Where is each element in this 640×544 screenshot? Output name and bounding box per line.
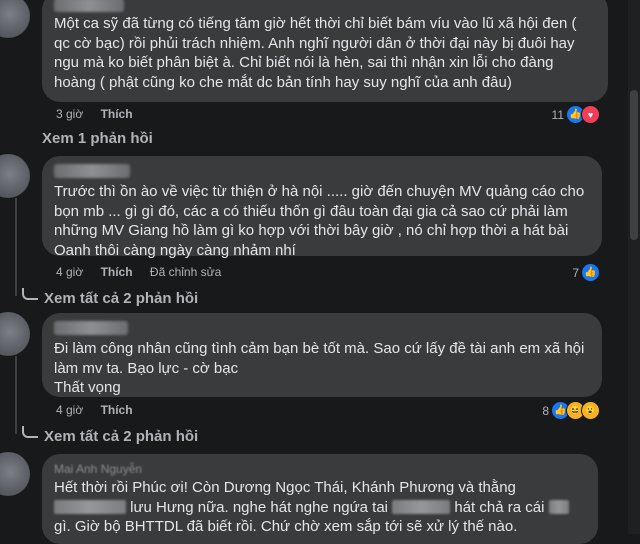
comment-text: Hết thời rồi Phúc ơi! Còn Dương Ngọc Thá… [54, 478, 586, 537]
view-replies-link[interactable]: Xem 1 phản hồi [42, 130, 153, 147]
comment-text-part: gì. Giờ bộ BHTTDL đã biết rồi. Chứ chờ x… [54, 518, 518, 535]
author-name-redacted[interactable] [54, 164, 130, 178]
comment-bubble: Một ca sỹ đã từng có tiếng tăm giờ hết t… [42, 0, 608, 102]
comment-time[interactable]: 3 giờ [56, 107, 83, 121]
redacted-word [54, 499, 126, 514]
thread-line [15, 356, 17, 434]
reaction-count: 7 [572, 265, 579, 280]
reaction-count: 8 [542, 403, 549, 418]
comment-bubble: Đi làm công nhân cũng tình cảm bạn bè tố… [42, 313, 602, 397]
like-button[interactable]: Thích [101, 265, 133, 279]
avatar[interactable] [0, 312, 30, 356]
author-name-redacted[interactable] [54, 0, 124, 12]
like-icon: 👍 [581, 263, 600, 282]
scrollbar-thumb[interactable] [630, 90, 638, 240]
comment-text-part: Hết thời rồi Phúc ơi! Còn Dương Ngọc Thá… [54, 479, 516, 496]
view-replies-label: Xem tất cả 2 phản hồi [44, 428, 199, 445]
reaction-summary[interactable]: 11 👍 ♥ [552, 105, 600, 124]
comment-actions: 3 giờ Thích [56, 107, 147, 121]
view-replies-label: Xem 1 phản hồi [42, 130, 153, 147]
comment-bubble: Trước thì ồn ào về việc từ thiện ở hà nộ… [42, 156, 602, 259]
avatar[interactable] [0, 0, 30, 38]
comment-actions: 4 giờ Thích Đã chỉnh sửa [56, 265, 235, 279]
author-name[interactable]: Mai Anh Nguyễn [54, 462, 586, 476]
reply-arrow-icon [22, 288, 38, 300]
avatar[interactable] [0, 154, 30, 198]
view-replies-link[interactable]: Xem tất cả 2 phản hồi [22, 426, 198, 445]
wow-icon: 😮 [581, 401, 600, 420]
comment-text-part: lưu Hưng nữa. nghe hát nghe ngứa tai [130, 498, 389, 516]
reaction-count: 11 [551, 107, 564, 122]
comment-text: Trước thì ồn ào về việc từ thiện ở hà nộ… [54, 183, 585, 259]
redacted-word [392, 499, 451, 514]
like-button[interactable]: Thích [101, 403, 133, 417]
view-replies-label: Xem tất cả 2 phản hồi [44, 290, 199, 307]
thread-line [15, 198, 17, 296]
author-name-redacted[interactable] [54, 321, 128, 335]
comment-time[interactable]: 4 giờ [56, 265, 83, 279]
like-button[interactable]: Thích [101, 107, 133, 121]
comment-bubble: Mai Anh Nguyễn Hết thời rồi Phúc ơi! Còn… [42, 454, 598, 544]
scrollbar-track[interactable] [628, 0, 640, 534]
comment-text-part: hát chả ra cái [454, 498, 545, 516]
reaction-summary[interactable]: 8 👍 😆 😮 [542, 401, 600, 420]
reply-arrow-icon [22, 426, 38, 438]
avatar[interactable] [0, 452, 30, 496]
comment-text: Đi làm công nhân cũng tình cảm bạn bè tố… [54, 340, 585, 396]
redacted-word [548, 499, 569, 514]
comment-time[interactable]: 4 giờ [56, 403, 83, 417]
reaction-summary[interactable]: 7 👍 [572, 263, 600, 282]
edited-label[interactable]: Đã chỉnh sửa [150, 265, 221, 279]
view-replies-link[interactable]: Xem tất cả 2 phản hồi [22, 288, 198, 307]
love-icon: ♥ [581, 105, 600, 124]
comment-text: Một ca sỹ đã từng có tiếng tăm giờ hết t… [54, 15, 577, 91]
comment-actions: 4 giờ Thích [56, 403, 147, 417]
